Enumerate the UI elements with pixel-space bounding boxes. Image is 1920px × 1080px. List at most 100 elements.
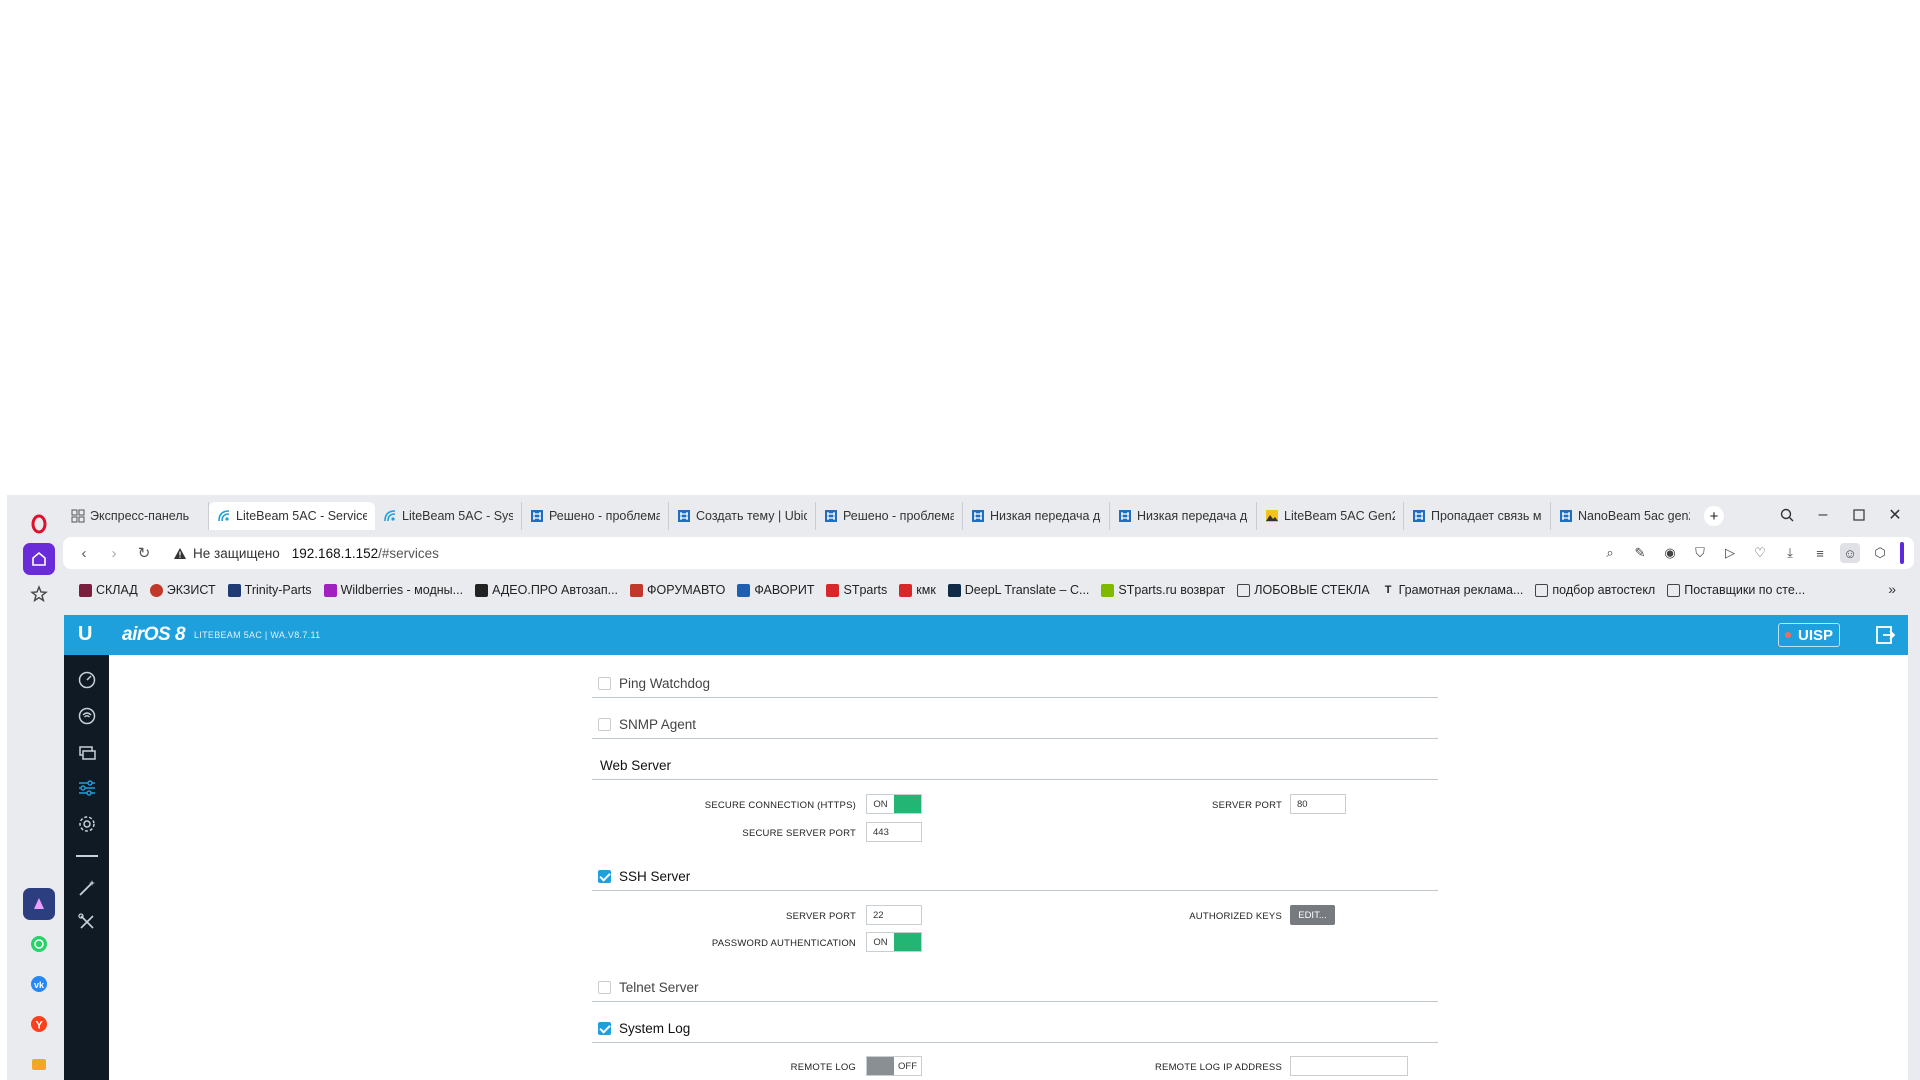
- bookmark-item[interactable]: DeepL Translate – С...: [947, 583, 1089, 597]
- bookmark-item[interactable]: ФАВОРИТ: [737, 583, 814, 597]
- bookmark-label: Wildberries - модны...: [340, 583, 464, 597]
- tab-search-icon[interactable]: [1772, 501, 1802, 529]
- bookmark-item[interactable]: Wildberries - модны...: [323, 583, 464, 597]
- logout-icon[interactable]: [1874, 624, 1896, 646]
- tab-forum-3[interactable]: Решено - проблема с: [816, 502, 963, 530]
- wallet-icon[interactable]: [23, 1048, 55, 1080]
- ssh-server-port-input[interactable]: 22: [866, 905, 922, 925]
- text-icon: T: [1384, 584, 1392, 596]
- authorized-keys-label: AUTHORIZED KEYS: [1189, 911, 1282, 922]
- minimize-icon[interactable]: –: [1808, 501, 1838, 529]
- find-icon[interactable]: ⌕: [1600, 543, 1620, 563]
- camera-icon[interactable]: ◉: [1660, 543, 1680, 563]
- services-icon[interactable]: [76, 777, 98, 799]
- telnet-server-checkbox[interactable]: [598, 980, 611, 994]
- bookmark-item[interactable]: STparts: [826, 583, 887, 597]
- bookmark-folder[interactable]: Поставщики по сте...: [1667, 583, 1805, 597]
- bookmark-label: ФОРУМАВТО: [647, 583, 726, 597]
- gear-icon[interactable]: [76, 813, 98, 835]
- play-icon[interactable]: ▷: [1720, 543, 1740, 563]
- menu-icon[interactable]: ≡: [1810, 543, 1830, 563]
- ping-watchdog-checkbox[interactable]: [598, 676, 611, 690]
- tab-forum-7[interactable]: NanoBeam 5ac gen2 -: [1551, 502, 1698, 530]
- heart-icon[interactable]: ♡: [1750, 543, 1770, 563]
- shield-icon[interactable]: ⛉: [1690, 543, 1710, 563]
- bookmark-folder[interactable]: подбор автостекл: [1535, 583, 1655, 597]
- bookmark-item[interactable]: СКЛАД: [79, 583, 138, 597]
- ubiquiti-logo[interactable]: U: [78, 623, 92, 646]
- maximize-icon[interactable]: [1844, 501, 1874, 529]
- password-auth-toggle[interactable]: ON: [866, 932, 922, 952]
- server-port-input[interactable]: 80: [1290, 794, 1346, 814]
- wand-icon[interactable]: [76, 877, 98, 899]
- bookmark-item[interactable]: ЭКЗИСТ: [149, 583, 216, 597]
- remote-log-ip-input[interactable]: [1290, 1056, 1408, 1076]
- whatsapp-icon[interactable]: [23, 928, 55, 960]
- image-icon: [1266, 510, 1278, 522]
- bookmark-folder[interactable]: ЛОБОВЫЕ СТЕКЛА: [1237, 583, 1370, 597]
- tab-label: Пропадает связь меж: [1431, 509, 1542, 523]
- tab-forum-4[interactable]: Низкая передача дан: [963, 502, 1110, 530]
- snmp-agent-checkbox[interactable]: [598, 717, 611, 731]
- bookmark-item[interactable]: STparts.ru возврат: [1101, 583, 1225, 597]
- password-auth-label: PASSWORD AUTHENTICATION: [711, 938, 856, 949]
- secure-server-port-input[interactable]: 443: [866, 822, 922, 842]
- home-icon[interactable]: [23, 543, 55, 575]
- url-path: /#services: [378, 545, 439, 561]
- yandex-icon[interactable]: Y: [23, 1008, 55, 1040]
- bookmark-label: ЛОБОВЫЕ СТЕКЛА: [1254, 583, 1370, 597]
- back-icon[interactable]: ‹: [69, 538, 99, 568]
- toggle-state: ON: [867, 795, 894, 813]
- system-log-checkbox[interactable]: [598, 1021, 611, 1035]
- close-icon[interactable]: ✕: [1880, 501, 1910, 529]
- tab-express-panel[interactable]: Экспресс-панель: [63, 502, 209, 530]
- bookmark-item[interactable]: T Грамотная реклама...: [1382, 583, 1524, 597]
- tab-forum-2[interactable]: Создать тему | Ubiqu: [669, 502, 816, 530]
- bookmark-icon: [475, 583, 489, 597]
- uisp-badge[interactable]: UISP: [1777, 623, 1840, 647]
- tab-label: LiteBeam 5AC Gen2 п: [1284, 509, 1395, 523]
- more-bookmarks-icon[interactable]: »: [1888, 581, 1896, 597]
- vk-icon[interactable]: vk: [23, 968, 55, 1000]
- tab-litebeam-services[interactable]: LiteBeam 5AC - Services -: [209, 502, 375, 530]
- edit-keys-button[interactable]: EDIT...: [1290, 905, 1335, 925]
- network-icon[interactable]: [76, 741, 98, 763]
- tab-litebeam-system[interactable]: LiteBeam 5AC - Syste: [375, 502, 522, 530]
- tab-label: Решено - проблема с: [843, 509, 954, 523]
- reload-icon[interactable]: ↻: [129, 538, 159, 568]
- profile-icon[interactable]: ☺: [1840, 543, 1860, 563]
- opera-logo-icon[interactable]: [23, 508, 55, 540]
- bookmark-label: Trinity-Parts: [244, 583, 312, 597]
- forum-icon: [531, 510, 543, 522]
- bookmark-item[interactable]: АДЕО.ПРО Автозап...: [475, 583, 618, 597]
- dashboard-icon[interactable]: [76, 669, 98, 691]
- tab-forum-6[interactable]: Пропадает связь меж: [1404, 502, 1551, 530]
- browser-window: vk Y Экспресс-панель LiteBeam 5AC - Serv…: [7, 495, 1920, 1080]
- star-icon[interactable]: [23, 578, 55, 610]
- tab-forum-5[interactable]: Низкая передача дан: [1110, 502, 1257, 530]
- download-icon[interactable]: ⤓: [1780, 543, 1800, 563]
- bookmark-item[interactable]: ФОРУМАВТО: [630, 583, 725, 597]
- device-info: LITEBEAM 5AC | WA.V8.7.11: [194, 630, 321, 640]
- forum-icon: [1560, 510, 1572, 522]
- security-warning[interactable]: Не защищено: [173, 546, 280, 561]
- bookmark-item[interactable]: кмк: [899, 583, 936, 597]
- tab-forum-1[interactable]: Решено - проблема с: [522, 502, 669, 530]
- wireless-icon[interactable]: [76, 705, 98, 727]
- nav-divider: [76, 855, 98, 857]
- tab-litebeam-gen2[interactable]: LiteBeam 5AC Gen2 п: [1257, 502, 1404, 530]
- bookmark-item[interactable]: Trinity-Parts: [227, 583, 312, 597]
- new-tab-icon[interactable]: +: [1704, 506, 1724, 526]
- section-title: SNMP Agent: [619, 716, 697, 732]
- tools-icon[interactable]: [76, 911, 98, 933]
- edit-icon[interactable]: ✎: [1630, 543, 1650, 563]
- forward-icon[interactable]: ›: [99, 538, 129, 568]
- extensions-icon[interactable]: ⬡: [1870, 543, 1890, 563]
- bookmark-icon: [826, 583, 840, 597]
- app-icon[interactable]: [23, 888, 55, 920]
- remote-log-toggle[interactable]: OFF: [866, 1056, 922, 1076]
- telnet-server-section: Telnet Server: [592, 973, 1438, 1002]
- secure-connection-toggle[interactable]: ON: [866, 794, 922, 814]
- url-field[interactable]: 192.168.1.152/#services: [292, 546, 439, 561]
- ssh-server-checkbox[interactable]: [598, 869, 611, 883]
